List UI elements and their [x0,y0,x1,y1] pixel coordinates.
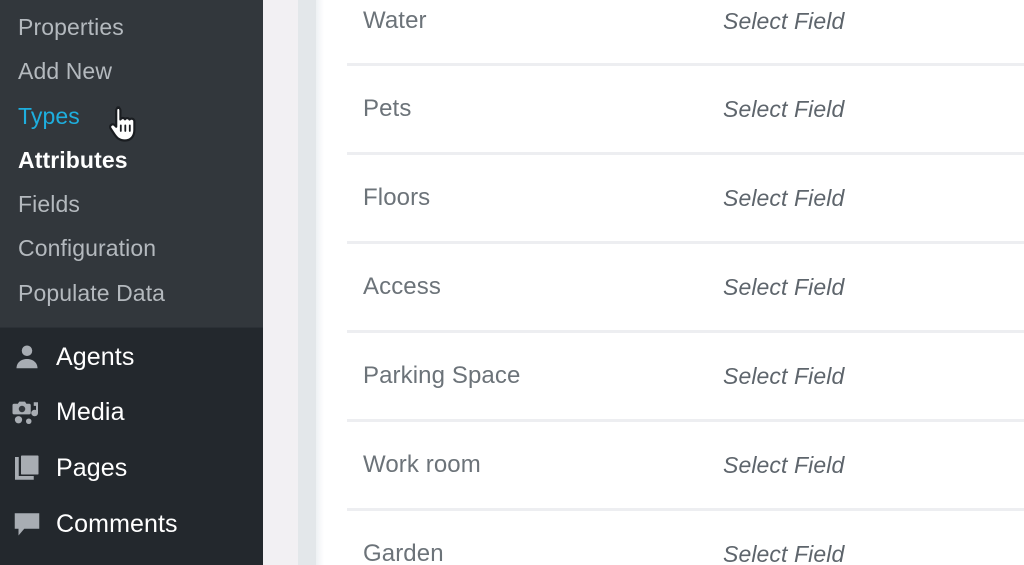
table-row[interactable]: Access Select Field [324,241,1024,330]
sidebar-item-label: Types [18,102,80,129]
admin-sidebar: Properties Add New Types Attributes Fiel… [0,0,263,565]
sidebar-item-fields[interactable]: Fields [0,182,263,226]
attribute-name: Work room [363,451,481,478]
sidebar-item-types[interactable]: Types [0,94,263,138]
select-field-link[interactable]: Select Field [723,452,844,479]
table-row[interactable]: Work room Select Field [324,419,1024,508]
attributes-list-panel: Water Select Field Pets Select Field Flo… [324,0,1024,565]
attribute-name: Parking Space [363,362,521,389]
sidebar-item-label: Attributes [18,146,128,173]
row-separator [347,152,1024,155]
attribute-name: Water [363,7,427,34]
table-row[interactable]: Garden Select Field [324,508,1024,565]
attribute-name: Access [363,273,441,300]
sidebar-main-menu: Agents Media Pages Comments [0,328,263,565]
sidebar-item-label: Media [56,397,125,426]
select-field-link[interactable]: Select Field [723,274,844,301]
table-row[interactable]: Water Select Field [324,0,1024,63]
sidebar-item-attributes[interactable]: Attributes [0,138,263,182]
select-field-link[interactable]: Select Field [723,96,844,123]
sidebar-item-label: Fields [18,190,80,217]
sidebar-item-add-new[interactable]: Add New [0,49,263,93]
app-window: Properties Add New Types Attributes Fiel… [0,0,1024,565]
pages-icon [12,451,56,485]
sidebar-item-label: Populate Data [18,279,166,306]
table-row[interactable]: Parking Space Select Field [324,330,1024,419]
sidebar-item-label: Comments [56,509,178,538]
sidebar-item-agents[interactable]: Agents [0,333,263,381]
table-row[interactable]: Pets Select Field [324,63,1024,152]
sidebar-gutter [263,0,298,565]
sidebar-item-comments[interactable]: Comments [0,500,263,548]
row-separator [347,241,1024,244]
row-separator [347,330,1024,333]
camera-music-icon [12,395,56,429]
select-field-link[interactable]: Select Field [723,541,844,565]
panel-gutter-shade [298,0,316,565]
user-icon [12,340,56,374]
sidebar-item-label: Pages [56,453,128,482]
sidebar-item-label: Agents [56,342,135,371]
sidebar-item-configuration[interactable]: Configuration [0,226,263,270]
attribute-name: Floors [363,184,431,211]
sidebar-item-populate-data[interactable]: Populate Data [0,271,263,315]
attribute-name: Garden [363,540,444,565]
row-separator [347,63,1024,66]
sidebar-item-properties[interactable]: Properties [0,5,263,49]
sidebar-item-media[interactable]: Media [0,388,263,436]
row-separator [347,419,1024,422]
sidebar-item-label: Configuration [18,234,157,261]
sidebar-item-label: Add New [18,57,113,84]
sidebar-item-pages[interactable]: Pages [0,444,263,492]
row-separator [347,508,1024,511]
select-field-link[interactable]: Select Field [723,363,844,390]
table-row[interactable]: Floors Select Field [324,152,1024,241]
select-field-link[interactable]: Select Field [723,8,844,35]
panel-edge-fade [316,0,324,565]
comment-bubble-icon [12,507,56,541]
sidebar-item-label: Properties [18,13,124,40]
attribute-name: Pets [363,95,412,122]
sidebar-submenu: Properties Add New Types Attributes Fiel… [0,0,263,327]
select-field-link[interactable]: Select Field [723,185,844,212]
